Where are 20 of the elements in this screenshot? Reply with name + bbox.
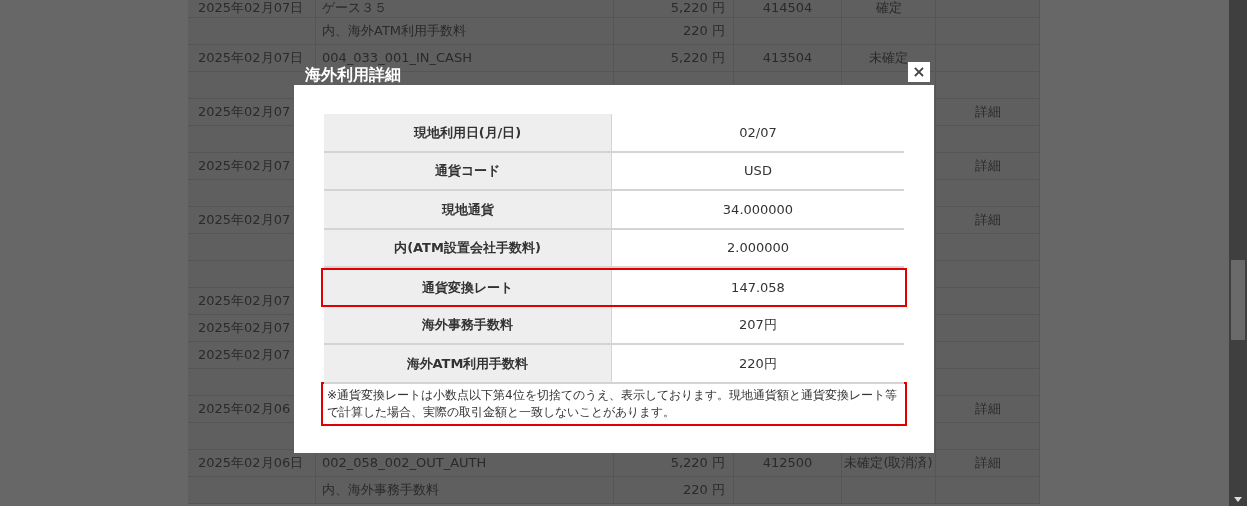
value-cell-text: 34.000000 bbox=[721, 200, 795, 219]
value-cell-text: USD bbox=[743, 162, 773, 180]
value-cell-text: 220円 bbox=[738, 354, 778, 373]
label-cell: 海外事務手数料 bbox=[324, 306, 612, 343]
value-cell-text: 02/07 bbox=[738, 123, 778, 142]
close-button[interactable]: × bbox=[908, 62, 930, 82]
scrollbar-thumb[interactable] bbox=[1231, 260, 1245, 340]
label-cell: 通貨変換レート bbox=[324, 270, 612, 305]
value-cell-text: 147.058 bbox=[730, 278, 786, 297]
value-cell-text: 207円 bbox=[738, 316, 778, 334]
note-text: ※通貨変換レートは小数点以下第4位を切捨てのうえ、表示しております。現地通貨額と通貨変換レート等で計算した場合、実際の取引金額と一致しないことがあります。 bbox=[321, 381, 907, 426]
label-cell: 海外ATM利用手数料 bbox=[324, 345, 612, 382]
label-cell: 内(ATM設置会社手数料) bbox=[324, 229, 612, 266]
label-cell: 現地通貨 bbox=[324, 191, 612, 228]
scrollbar[interactable] bbox=[1229, 0, 1247, 506]
dialog-title: 海外利用詳細 bbox=[305, 65, 401, 85]
scroll-down-icon[interactable] bbox=[1234, 497, 1242, 502]
label-cell: 現地利用日(月/日) bbox=[324, 114, 612, 151]
label-cell: 通貨コード bbox=[324, 152, 612, 189]
value-cell-text: 2.000000 bbox=[726, 239, 790, 257]
